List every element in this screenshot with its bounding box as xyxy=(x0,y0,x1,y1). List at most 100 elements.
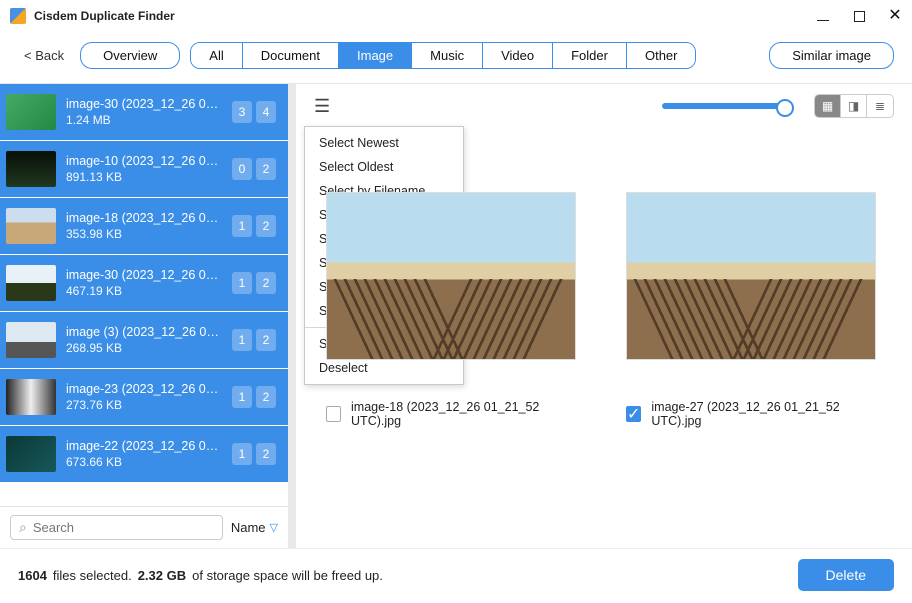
item-meta: image-22 (2023_12_26 01... 673.66 KB xyxy=(66,439,222,469)
badge-total: 4 xyxy=(256,101,276,123)
count-badges: 12 xyxy=(232,272,276,294)
thumbnail xyxy=(6,322,56,358)
tab-video[interactable]: Video xyxy=(483,43,553,68)
item-meta: image (3) (2023_12_26 01...268.95 KB xyxy=(66,325,222,355)
file-label: image-27 (2023_12_26 01_21_52 UTC).jpg xyxy=(651,400,876,428)
badge-selected: 1 xyxy=(232,443,252,465)
list-item[interactable]: image (3) (2023_12_26 01...268.95 KB 12 xyxy=(0,312,288,369)
category-tabs: AllDocumentImageMusicVideoFolderOther xyxy=(190,42,696,69)
duplicate-groups-list[interactable]: image-30 (2023_12_26 01...1.24 MB34image… xyxy=(0,84,288,506)
tab-document[interactable]: Document xyxy=(243,43,339,68)
file-size: 467.19 KB xyxy=(66,284,222,298)
item-meta: image-10 (2023_12_26 01...891.13 KB xyxy=(66,154,222,184)
search-input[interactable] xyxy=(33,520,214,535)
file-name: image-10 (2023_12_26 01... xyxy=(66,154,222,168)
badge-selected: 1 xyxy=(232,215,252,237)
tab-folder[interactable]: Folder xyxy=(553,43,627,68)
badge-total: 2 xyxy=(256,329,276,351)
file-name: image-22 (2023_12_26 01... xyxy=(66,439,222,453)
list-item[interactable]: image-10 (2023_12_26 01...891.13 KB 02 xyxy=(0,141,288,198)
menu-item[interactable]: Select Newest xyxy=(305,131,463,155)
tab-music[interactable]: Music xyxy=(412,43,483,68)
delete-button[interactable]: Delete xyxy=(798,559,894,591)
file-name: image-18 (2023_12_26 01... xyxy=(66,211,222,225)
file-size: 1.24 MB xyxy=(66,113,222,127)
file-size: 273.76 KB xyxy=(66,398,222,412)
thumbnail xyxy=(6,379,56,415)
list-item[interactable]: image-18 (2023_12_26 01... 353.98 KB 12 xyxy=(0,198,288,255)
select-checkbox[interactable] xyxy=(326,406,341,422)
item-meta: image-18 (2023_12_26 01... 353.98 KB xyxy=(66,211,222,241)
count-badges: 34 xyxy=(232,101,276,123)
item-meta: image-30 (2023_12_26 01...1.24 MB xyxy=(66,97,222,127)
app-icon xyxy=(10,8,26,24)
thumbnail-size-slider[interactable] xyxy=(662,103,792,109)
filter-icon[interactable]: ☰ xyxy=(314,96,330,117)
badge-total: 2 xyxy=(256,443,276,465)
file-size: 353.98 KB xyxy=(66,227,222,241)
list-item[interactable]: image-22 (2023_12_26 01... 673.66 KB 12 xyxy=(0,426,288,483)
badge-selected: 1 xyxy=(232,272,252,294)
badge-total: 2 xyxy=(256,215,276,237)
chevron-down-icon: ▽ xyxy=(270,521,278,534)
badge-selected: 3 xyxy=(232,101,252,123)
detail-pane: ☰ ▦ ◨ ≣ Select NewestSelect OldestSelect… xyxy=(296,84,912,548)
file-name: image-23 (2023_12_26 01... xyxy=(66,382,222,396)
badge-selected: 0 xyxy=(232,158,252,180)
count-badges: 12 xyxy=(232,329,276,351)
badge-selected: 1 xyxy=(232,329,252,351)
sidebar: image-30 (2023_12_26 01...1.24 MB34image… xyxy=(0,84,288,548)
freed-size: 2.32 GB xyxy=(138,568,186,583)
count-badges: 12 xyxy=(232,215,276,237)
item-meta: image-23 (2023_12_26 01... 273.76 KB xyxy=(66,382,222,412)
tab-all[interactable]: All xyxy=(191,43,242,68)
list-item[interactable]: image-23 (2023_12_26 01... 273.76 KB 12 xyxy=(0,369,288,426)
thumbnail xyxy=(6,265,56,301)
preview-image xyxy=(626,192,876,360)
list-item[interactable]: image-30 (2023_12_26 01...467.19 KB 12 xyxy=(0,255,288,312)
gallery-card[interactable]: image-18 (2023_12_26 01_21_52 UTC).jpg xyxy=(326,192,576,428)
badge-total: 2 xyxy=(256,158,276,180)
list-item[interactable]: image-30 (2023_12_26 01...1.24 MB 34 xyxy=(0,84,288,141)
gallery-card[interactable]: ✓ image-27 (2023_12_26 01_21_52 UTC).jpg xyxy=(626,192,876,428)
main-toolbar: < Back Overview AllDocumentImageMusicVid… xyxy=(0,32,912,83)
view-grid-icon[interactable]: ▦ xyxy=(815,95,841,117)
pane-divider[interactable] xyxy=(288,84,296,548)
tab-image[interactable]: Image xyxy=(339,43,412,68)
thumbnail xyxy=(6,151,56,187)
minimize-button[interactable] xyxy=(816,9,830,23)
sort-select[interactable]: Name ▽ xyxy=(231,520,278,535)
tab-other[interactable]: Other xyxy=(627,43,696,68)
select-checkbox[interactable]: ✓ xyxy=(626,406,641,422)
selected-text: files selected. xyxy=(53,568,132,583)
menu-item[interactable]: Select Oldest xyxy=(305,155,463,179)
selected-count: 1604 xyxy=(18,568,47,583)
view-mode-group: ▦ ◨ ≣ xyxy=(814,94,894,118)
file-size: 268.95 KB xyxy=(66,341,222,355)
view-compare-icon[interactable]: ◨ xyxy=(841,95,867,117)
maximize-button[interactable] xyxy=(852,9,866,23)
status-bar: 1604 files selected. 2.32 GB of storage … xyxy=(0,548,912,603)
badge-selected: 1 xyxy=(232,386,252,408)
titlebar: Cisdem Duplicate Finder ✕ xyxy=(0,0,912,32)
preview-image xyxy=(326,192,576,360)
close-button[interactable]: ✕ xyxy=(888,9,902,23)
thumbnail xyxy=(6,208,56,244)
card-caption: image-18 (2023_12_26 01_21_52 UTC).jpg xyxy=(326,400,576,428)
overview-button[interactable]: Overview xyxy=(80,42,180,69)
file-label: image-18 (2023_12_26 01_21_52 UTC).jpg xyxy=(351,400,576,428)
view-list-icon[interactable]: ≣ xyxy=(867,95,893,117)
search-box[interactable]: ⌕ xyxy=(10,515,223,540)
detail-toolbar: ☰ ▦ ◨ ≣ xyxy=(296,84,912,122)
badge-total: 2 xyxy=(256,272,276,294)
sort-label: Name xyxy=(231,520,266,535)
search-icon: ⌕ xyxy=(19,519,27,536)
file-size: 673.66 KB xyxy=(66,455,222,469)
back-button[interactable]: < Back xyxy=(18,44,70,67)
count-badges: 12 xyxy=(232,443,276,465)
count-badges: 12 xyxy=(232,386,276,408)
similar-image-button[interactable]: Similar image xyxy=(769,42,894,69)
item-meta: image-30 (2023_12_26 01...467.19 KB xyxy=(66,268,222,298)
count-badges: 02 xyxy=(232,158,276,180)
card-caption: ✓ image-27 (2023_12_26 01_21_52 UTC).jpg xyxy=(626,400,876,428)
